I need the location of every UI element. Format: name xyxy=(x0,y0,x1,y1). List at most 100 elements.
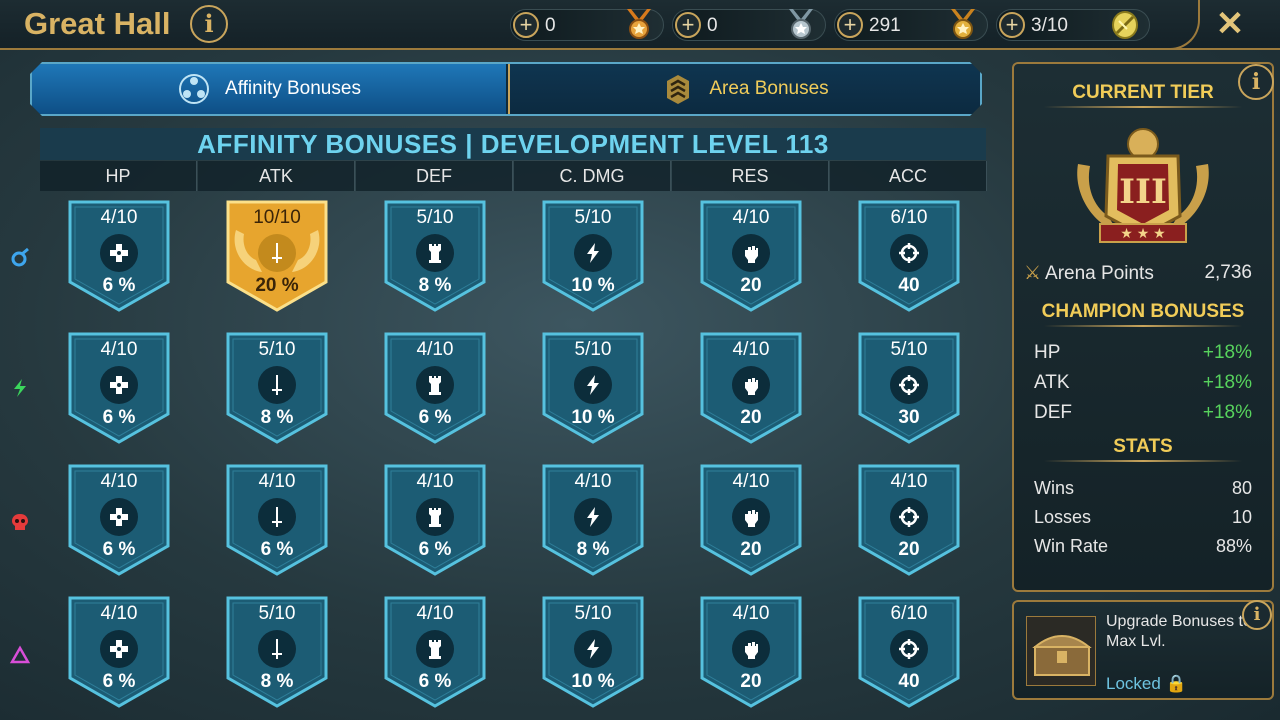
bonus-value: 8 % xyxy=(576,539,610,560)
bonus-badge[interactable]: 4/10 6 % xyxy=(226,464,328,576)
bonus-badge[interactable]: 5/10 8 % xyxy=(226,596,328,708)
bonus-badge[interactable]: 4/10 20 xyxy=(700,332,802,444)
force-affinity-icon xyxy=(12,514,28,530)
bonus-badge[interactable]: 4/10 6 % xyxy=(384,464,486,576)
bonus-level: 5/10 xyxy=(258,603,296,624)
bonus-level: 4/10 xyxy=(100,207,138,228)
cdmg-lightning-icon xyxy=(581,637,605,661)
bonus-badge[interactable]: 6/10 40 xyxy=(858,200,960,312)
bonus-value: 6 % xyxy=(102,671,136,692)
bonus-level: 4/10 xyxy=(416,339,454,360)
bonus-badge[interactable]: 5/10 10 % xyxy=(542,596,644,708)
bonus-badge[interactable]: 5/10 10 % xyxy=(542,200,644,312)
bonus-badge[interactable]: 4/10 6 % xyxy=(68,464,170,576)
bonus-value: 10 % xyxy=(571,671,615,692)
upgrade-text: Upgrade Bonuses to Max Lvl. xyxy=(1106,613,1252,650)
upgrade-panel[interactable]: Upgrade Bonuses to Max Lvl. Locked 🔒 xyxy=(1012,600,1274,700)
bonus-badge[interactable]: 5/10 10 % xyxy=(542,332,644,444)
res-fist-icon xyxy=(739,241,763,265)
void-affinity-icon xyxy=(9,645,31,664)
tab-affinity-bonuses[interactable]: Affinity Bonuses xyxy=(32,64,506,114)
bonus-badge[interactable]: 4/10 8 % xyxy=(542,464,644,576)
add-silver-medals-button[interactable]: + xyxy=(675,12,701,38)
bonus-badge[interactable]: 4/10 6 % xyxy=(68,200,170,312)
bonus-level: 5/10 xyxy=(574,603,612,624)
hp-cross-icon xyxy=(107,505,131,529)
spirit-affinity-icon xyxy=(14,379,26,397)
cdmg-lightning-icon xyxy=(581,373,605,397)
bonus-badge[interactable]: 5/10 30 xyxy=(858,332,960,444)
stat-value: 88% xyxy=(1215,536,1252,556)
stat-value: 80 xyxy=(1231,478,1252,498)
hp-cross-icon xyxy=(107,373,131,397)
arena-points-value: 2,736 xyxy=(1204,262,1252,283)
bonus-value: 20 xyxy=(740,539,762,560)
add-arena-tokens-button[interactable]: + xyxy=(999,12,1025,38)
bonus-level: 5/10 xyxy=(890,339,928,360)
gold-medal-icon xyxy=(627,9,651,39)
bonus-level: 4/10 xyxy=(574,471,612,492)
res-fist-icon xyxy=(739,373,763,397)
bonus-label: ATK xyxy=(1034,372,1070,393)
resource-silver-medals: + 0 xyxy=(672,9,826,41)
champion-bonuses-title: CHAMPION BONUSES xyxy=(1041,301,1245,322)
tier-info-button[interactable]: i xyxy=(1238,64,1274,100)
resource-bronze-medals: + 291 xyxy=(834,9,988,41)
bonus-level: 4/10 xyxy=(416,471,454,492)
bonus-badge[interactable]: 4/10 6 % xyxy=(384,596,486,708)
bonus-badge[interactable]: 4/10 20 xyxy=(858,464,960,576)
bonus-value: 8 % xyxy=(260,407,294,428)
close-button[interactable]: ✕ xyxy=(1210,4,1250,44)
bonus-level: 4/10 xyxy=(100,339,138,360)
arena-points-label: Arena Points xyxy=(1045,263,1154,284)
bonus-badge[interactable]: 4/10 6 % xyxy=(384,332,486,444)
bonus-badge[interactable]: 5/10 8 % xyxy=(226,332,328,444)
column-header: HP xyxy=(40,161,197,191)
res-fist-icon xyxy=(739,505,763,529)
bonus-badge[interactable]: 4/10 20 xyxy=(700,200,802,312)
bonus-value: 20 xyxy=(740,407,762,428)
stat-value: 10 xyxy=(1231,507,1252,527)
atk-sword-icon xyxy=(265,241,289,265)
tier-panel: CURRENT TIER III ★ ★ ★ ⚔ Arena Points 2,7… xyxy=(1012,62,1274,592)
def-tower-icon xyxy=(423,505,447,529)
bonus-level: 4/10 xyxy=(890,471,928,492)
top-bar: Great Hall i + 0 + 0 + 291 + 3/10 ✕ xyxy=(0,0,1280,50)
stat-label: Win Rate xyxy=(1034,536,1109,556)
def-tower-icon xyxy=(423,637,447,661)
bonus-value: 6 % xyxy=(418,407,452,428)
bonus-value: 20 % xyxy=(255,275,299,296)
resource-value: 0 xyxy=(545,15,556,36)
bonus-level: 4/10 xyxy=(732,207,770,228)
upgrade-info-button[interactable]: i xyxy=(1242,600,1272,630)
atk-sword-icon xyxy=(265,637,289,661)
bonus-level: 5/10 xyxy=(574,339,612,360)
info-button[interactable]: i xyxy=(190,5,228,43)
bonus-value: 6 % xyxy=(418,671,452,692)
res-fist-icon xyxy=(739,637,763,661)
resource-arena-tokens: + 3/10 xyxy=(996,9,1150,41)
add-gold-medals-button[interactable]: + xyxy=(513,12,539,38)
arena-token-icon xyxy=(1112,11,1138,39)
bonus-badge[interactable]: 4/10 6 % xyxy=(68,596,170,708)
bonus-badge[interactable]: 10/10 20 % xyxy=(226,200,328,312)
page-title: Great Hall xyxy=(24,6,171,41)
bonus-level: 4/10 xyxy=(732,471,770,492)
bonus-level: 6/10 xyxy=(890,603,928,624)
bonus-value: 30 xyxy=(898,407,920,428)
stat-label: Losses xyxy=(1034,507,1092,527)
add-bronze-medals-button[interactable]: + xyxy=(837,12,863,38)
tab-label: Affinity Bonuses xyxy=(225,78,361,99)
bonus-badge[interactable]: 6/10 40 xyxy=(858,596,960,708)
bonus-level: 4/10 xyxy=(258,471,296,492)
bonus-badge[interactable]: 5/10 8 % xyxy=(384,200,486,312)
bonus-level: 4/10 xyxy=(100,471,138,492)
bonus-badge[interactable]: 4/10 20 xyxy=(700,464,802,576)
bonus-value: 8 % xyxy=(418,275,452,296)
bonus-value: 40 xyxy=(898,671,920,692)
column-header: ACC xyxy=(830,161,987,191)
bonus-badge[interactable]: 4/10 20 xyxy=(700,596,802,708)
bonus-badge[interactable]: 4/10 6 % xyxy=(68,332,170,444)
tab-area-bonuses[interactable]: Area Bonuses xyxy=(508,64,980,114)
tier-numeral: III xyxy=(1119,172,1167,212)
